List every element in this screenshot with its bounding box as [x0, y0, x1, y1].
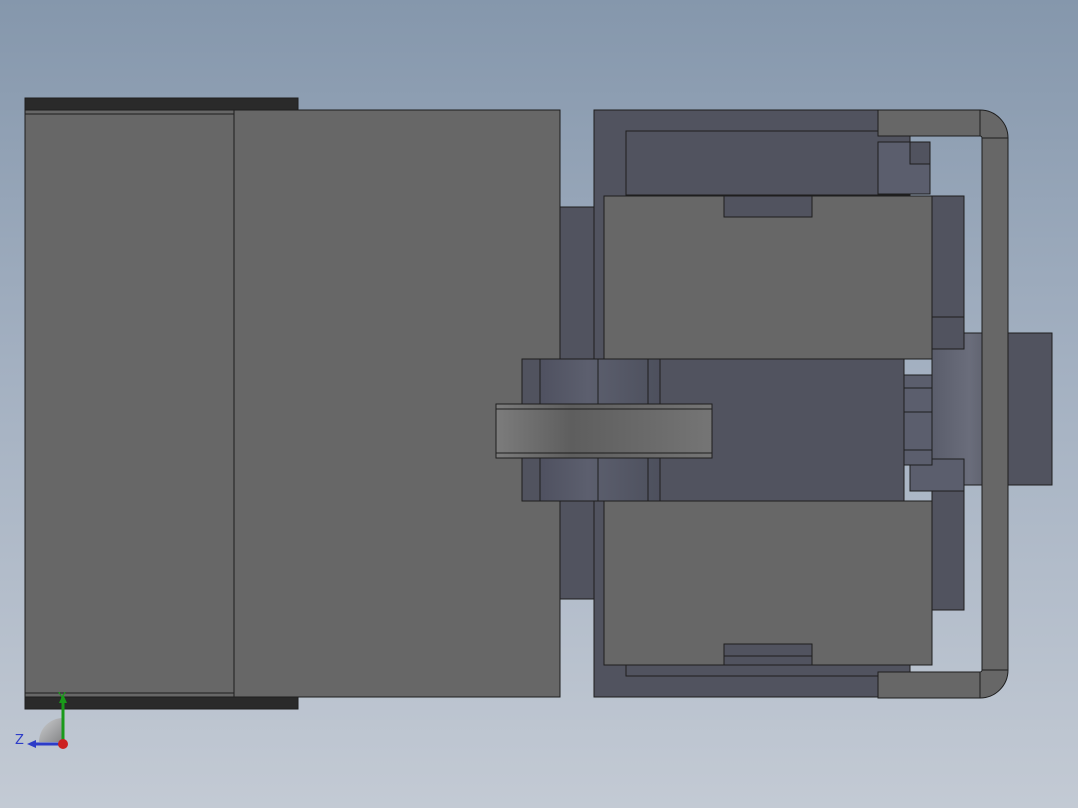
gear-block-lower-notch — [723, 643, 813, 666]
model-view[interactable]: Y Z — [0, 0, 1078, 808]
triad-arc — [39, 718, 63, 742]
clamp-block-top-cap — [909, 141, 931, 165]
drum-end-face[interactable] — [24, 109, 235, 698]
motor-mount-upper — [931, 316, 965, 350]
drum-top-band — [24, 97, 299, 111]
graphics-viewport[interactable]: Y Z — [0, 0, 1078, 808]
triad-y-label: Y — [57, 691, 66, 706]
handle-corner-bottom — [979, 669, 1009, 699]
gear-block-lower[interactable] — [603, 500, 933, 666]
coupling-plate-lower — [559, 500, 595, 600]
gear-block-upper[interactable] — [603, 195, 933, 360]
shaft-body[interactable] — [495, 403, 713, 459]
handle-corner-top — [979, 109, 1009, 139]
triad-z-label: Z — [15, 733, 24, 748]
handle-bottom-rail[interactable] — [877, 671, 981, 699]
handle-top-rail[interactable] — [877, 109, 981, 137]
coupling-plate-upper — [559, 206, 595, 360]
frame-inner-top — [625, 130, 911, 196]
triad-x-origin — [58, 739, 68, 749]
motor-flange[interactable] — [1004, 332, 1053, 486]
handle-upright[interactable] — [981, 137, 1009, 671]
triad-z-arrowhead — [27, 740, 36, 748]
drum-housing[interactable] — [24, 97, 561, 710]
drive-shaft[interactable] — [495, 403, 713, 459]
gear-block-upper-notch — [723, 195, 813, 218]
